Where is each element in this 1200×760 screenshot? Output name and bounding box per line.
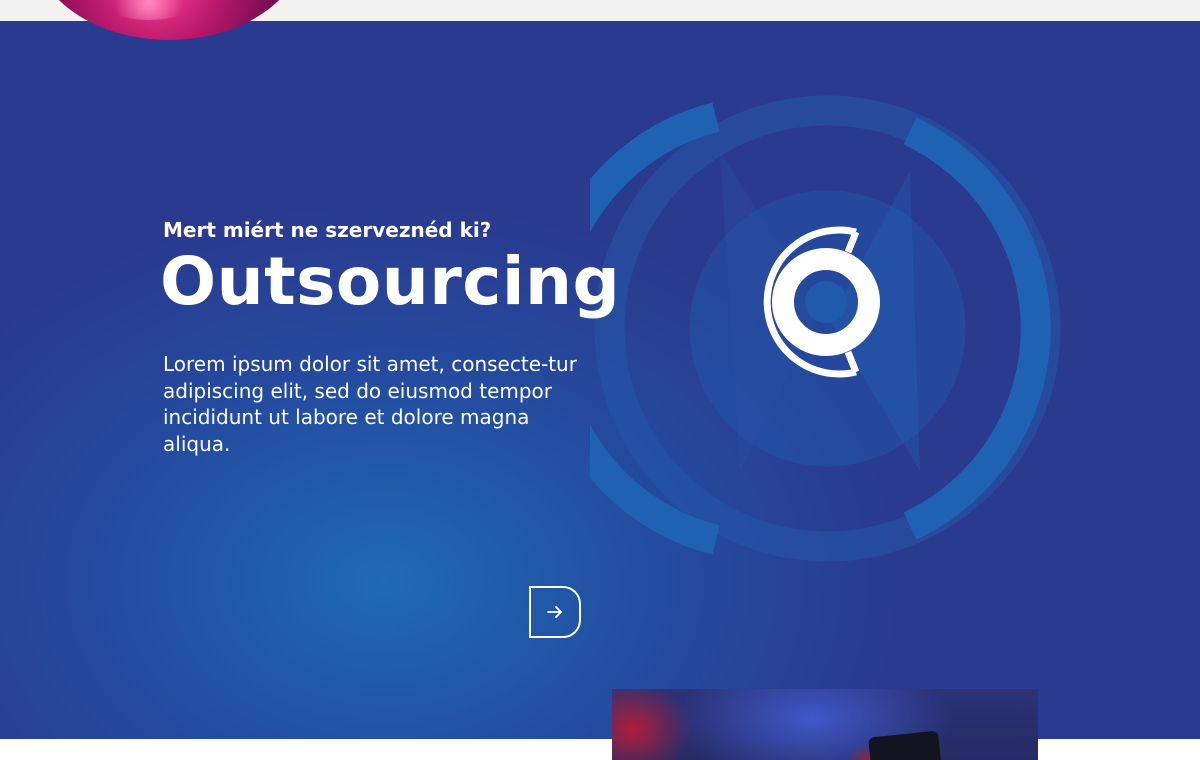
arrow-right-icon (547, 606, 562, 618)
photo-person-with-phone (612, 689, 1038, 760)
hero-eyebrow: Mert miért ne szerveznéd ki? (163, 218, 492, 242)
hero-description: Lorem ipsum dolor sit amet, consecte-tur… (163, 352, 577, 456)
hero-title: Outsourcing (160, 243, 621, 320)
company-logo-icon (763, 226, 880, 378)
photo-phone (868, 730, 942, 760)
page: Mert miért ne szerveznéd ki? Outsourcing… (0, 0, 1200, 760)
next-button[interactable] (529, 586, 581, 638)
hero-section: Mert miért ne szerveznéd ki? Outsourcing… (0, 21, 1200, 739)
